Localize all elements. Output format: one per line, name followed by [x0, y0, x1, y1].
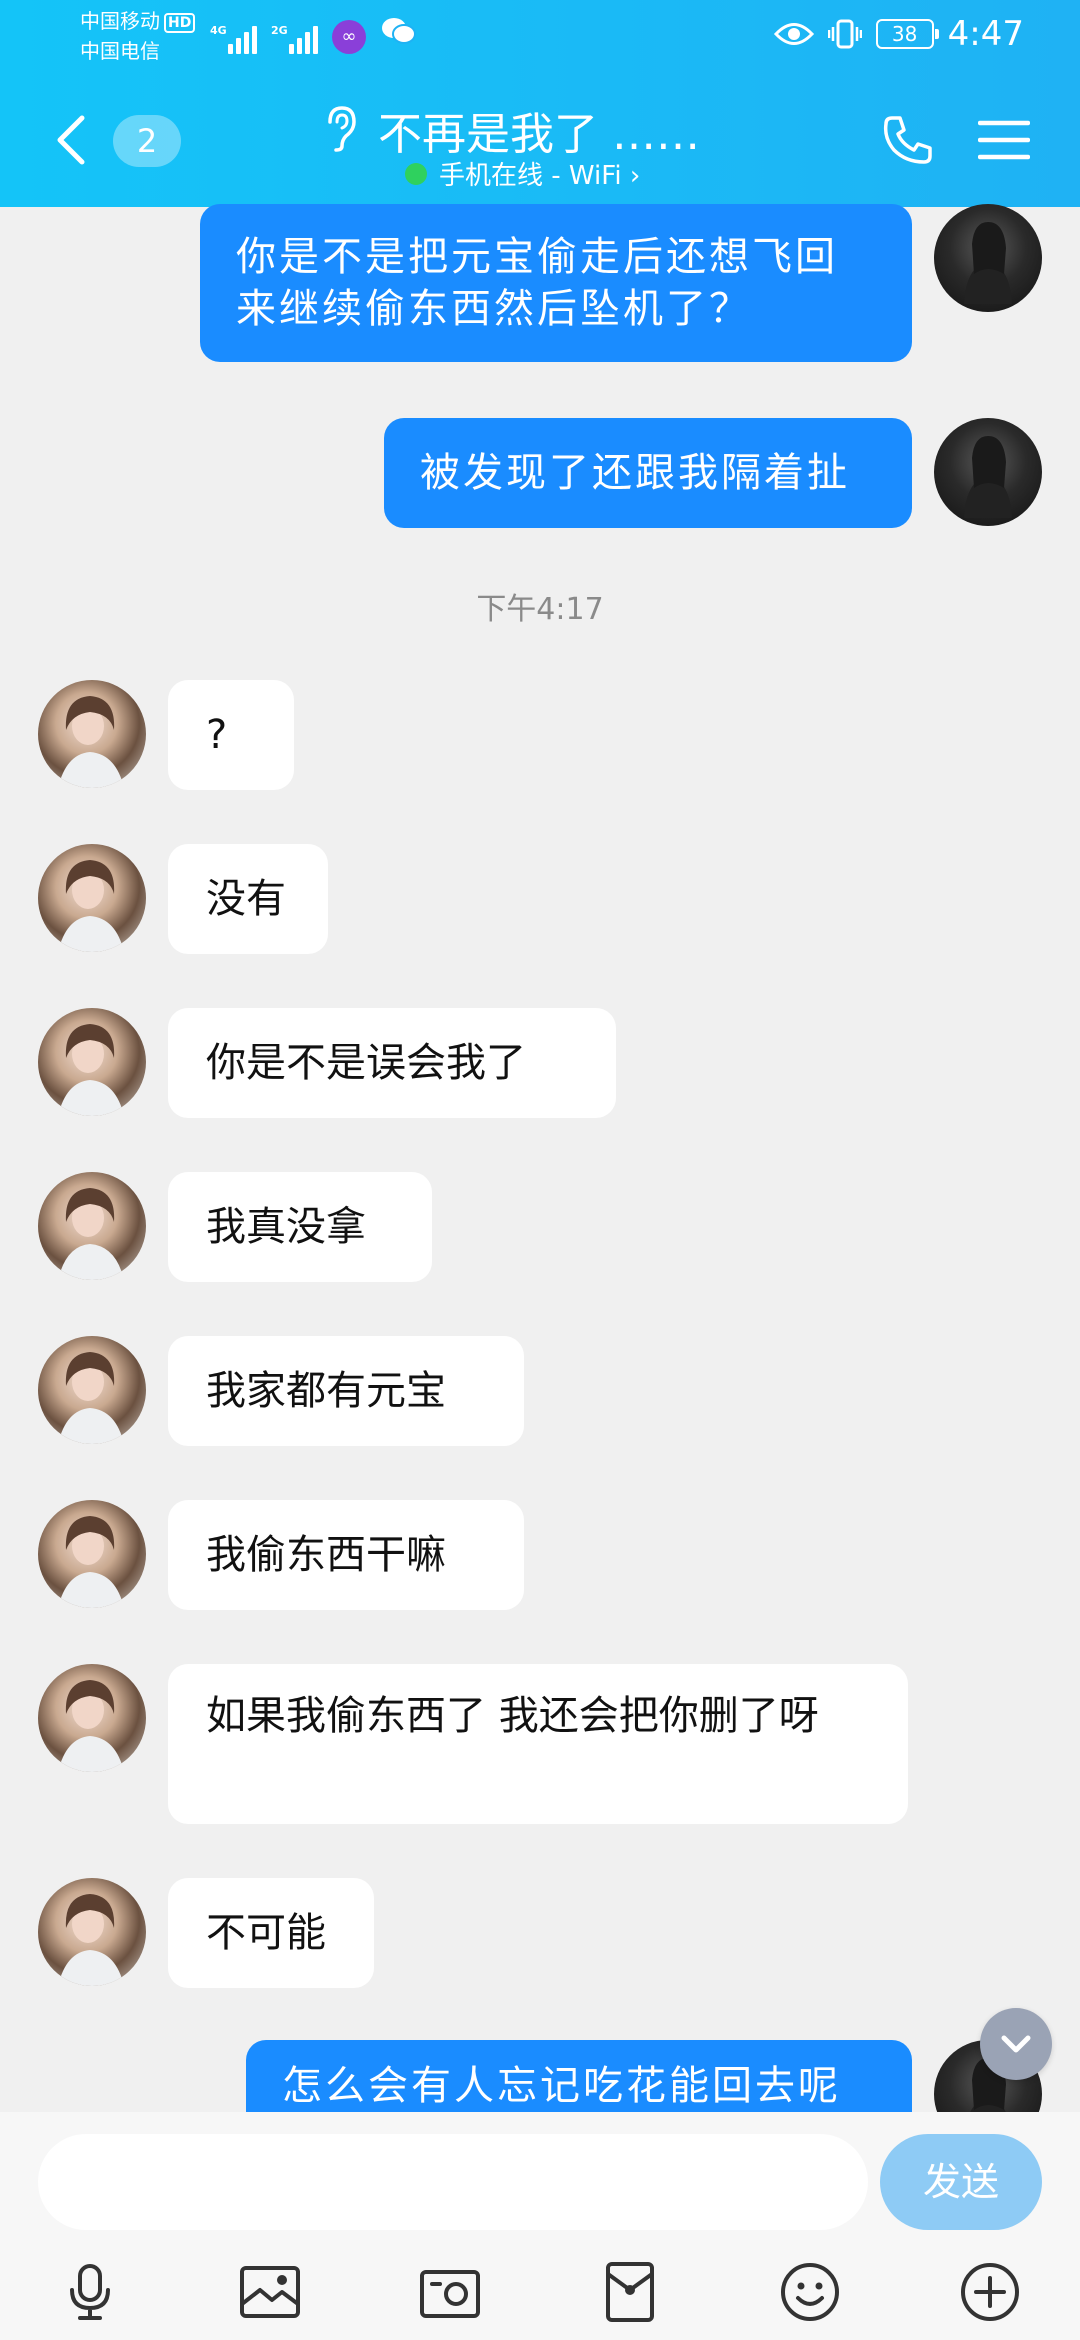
camera-button[interactable]: [418, 2260, 482, 2324]
message-input[interactable]: [38, 2134, 868, 2230]
camera-icon: [420, 2270, 480, 2318]
message-incoming[interactable]: 我家都有元宝: [168, 1336, 524, 1446]
app-notification-icon: ∞: [332, 20, 366, 54]
avatar-contact[interactable]: [38, 1664, 146, 1772]
message-incoming[interactable]: ?: [168, 680, 294, 790]
message-outgoing[interactable]: 被发现了还跟我隔着扯: [384, 418, 912, 528]
scroll-down-button[interactable]: [980, 2008, 1052, 2080]
avatar-contact[interactable]: [38, 680, 146, 788]
menu-icon[interactable]: [978, 118, 1030, 162]
avatar-contact[interactable]: [38, 1500, 146, 1608]
message-outgoing[interactable]: 你是不是把元宝偷走后还想飞回来继续偷东西然后坠机了？: [200, 204, 912, 362]
avatar-self[interactable]: [934, 418, 1042, 526]
battery-icon: 38: [875, 19, 939, 49]
chat-title[interactable]: 不再是我了 ……: [378, 98, 700, 162]
red-packet-button[interactable]: [598, 2260, 662, 2324]
status-right: 38 4:47: [773, 14, 1024, 54]
online-status[interactable]: 手机在线 - WiFi ›: [405, 155, 640, 192]
signal-icon: 4G: [210, 24, 257, 54]
message-incoming[interactable]: 你是不是误会我了: [168, 1008, 616, 1118]
online-dot: [405, 162, 427, 185]
image-icon: [240, 2266, 300, 2318]
avatar-contact[interactable]: [38, 844, 146, 952]
vibrate-icon: [827, 19, 862, 49]
input-toolbar: [0, 2250, 1080, 2340]
message-incoming[interactable]: 没有: [168, 844, 328, 954]
plus-button[interactable]: [958, 2260, 1022, 2324]
avatar-contact[interactable]: [38, 1172, 146, 1280]
message-incoming[interactable]: 不可能: [168, 1878, 374, 1988]
input-area: 发送: [0, 2112, 1080, 2340]
phone-icon[interactable]: [880, 112, 936, 168]
avatar-contact[interactable]: [38, 1336, 146, 1444]
red-packet-icon: [606, 2262, 654, 2322]
avatar-contact[interactable]: [38, 1008, 146, 1116]
image-button[interactable]: [238, 2260, 302, 2324]
plus-icon: [961, 2263, 1019, 2321]
message-incoming[interactable]: 我真没拿: [168, 1172, 432, 1282]
unread-count-badge[interactable]: 2: [113, 115, 181, 167]
message-timestamp: 下午4:17: [476, 592, 604, 627]
scroll-down-icon: [1001, 2035, 1031, 2053]
mic-icon: [70, 2264, 110, 2320]
ear-icon[interactable]: [322, 104, 358, 152]
message-incoming[interactable]: 我偷东西干嘛: [168, 1500, 524, 1610]
online-status-label: 手机在线 - WiFi ›: [439, 161, 641, 191]
message-incoming[interactable]: 如果我偷东西了 我还会把你删了呀: [168, 1664, 908, 1824]
clock: 4:47: [947, 14, 1024, 54]
eye-icon: [773, 23, 814, 45]
emoji-icon: [781, 2263, 839, 2321]
avatar-self[interactable]: [934, 204, 1042, 312]
avatar-contact[interactable]: [38, 1878, 146, 1986]
mic-button[interactable]: [58, 2260, 122, 2324]
wechat-icon: [380, 16, 416, 54]
carrier-1: 中国移动: [80, 9, 160, 33]
status-bar: 中国移动 HD 中国电信 4G 2G ∞ 38 4:47: [0, 0, 1080, 70]
emoji-button[interactable]: [778, 2260, 842, 2324]
back-icon[interactable]: [52, 112, 92, 168]
carrier-2: 中国电信: [80, 39, 160, 63]
signal-icon: 2G: [271, 24, 318, 54]
send-button[interactable]: 发送: [880, 2134, 1042, 2230]
chat-header: 中国移动 HD 中国电信 4G 2G ∞ 38 4:47 2 不再是我了 …… …: [0, 0, 1080, 207]
carrier-info: 中国移动 HD 中国电信: [80, 6, 196, 66]
signal-icons: 4G 2G ∞: [210, 16, 416, 54]
hd-badge: HD: [164, 12, 196, 33]
